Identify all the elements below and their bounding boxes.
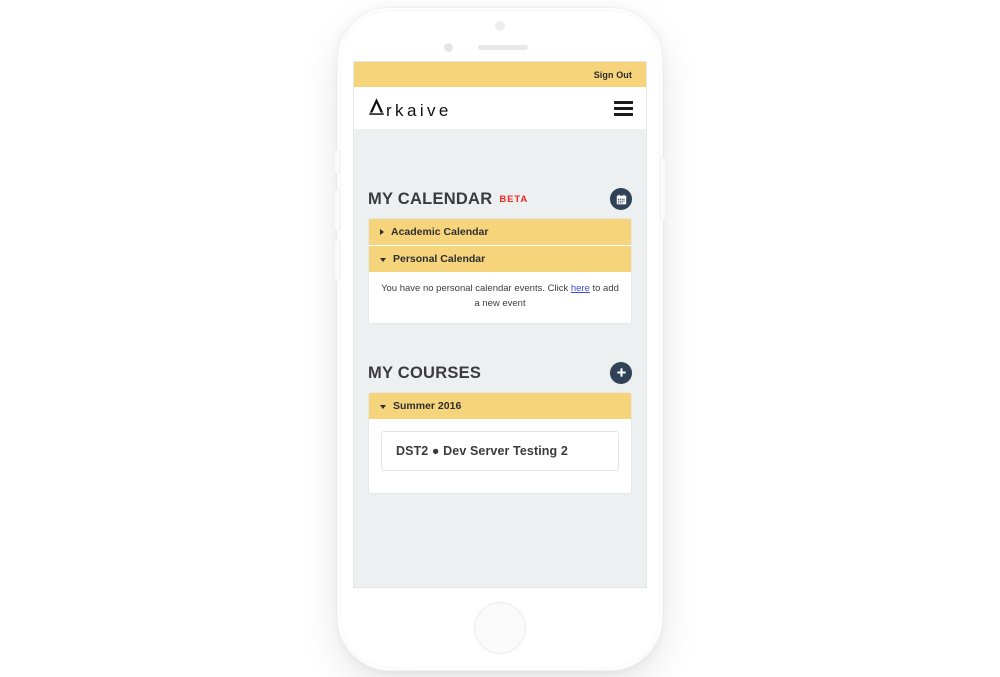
courses-section-header: MY COURSES [368, 352, 632, 392]
plus-icon [616, 367, 627, 378]
top-utility-bar: Sign Out [354, 62, 646, 87]
accordion-row-academic-calendar[interactable]: Academic Calendar [369, 219, 631, 247]
courses-section-title: MY COURSES [368, 363, 482, 382]
beta-badge: BETA [499, 194, 529, 206]
proximity-sensor-icon [444, 43, 453, 52]
accordion-label-summer-2016: Summer 2016 [393, 399, 462, 412]
hamburger-bar-2 [614, 106, 633, 110]
hamburger-menu-icon[interactable] [614, 100, 633, 116]
sign-out-link[interactable]: Sign Out [594, 70, 632, 80]
home-button[interactable] [475, 603, 525, 653]
accordion-row-personal-calendar[interactable]: Personal Calendar [369, 246, 631, 274]
calendar-section-title: MY CALENDAR [368, 189, 493, 208]
power-button[interactable] [661, 158, 665, 220]
courses-title-group: MY COURSES [368, 365, 481, 382]
logo-lambda-a-icon [368, 97, 385, 116]
arkaive-logo[interactable]: rkaive [368, 97, 452, 119]
personal-calendar-empty-state: You have no personal calendar events. Cl… [369, 273, 631, 323]
phone-screen: Sign Out rkaive MY CALENDAR BETA Academi… [354, 62, 646, 587]
courses-panel: Summer 2016 DST2 ● Dev Server Testing 2 [368, 391, 632, 494]
add-event-link[interactable]: here [571, 283, 590, 294]
caret-right-icon [380, 229, 384, 236]
mute-switch-button[interactable] [335, 151, 339, 173]
open-calendar-button[interactable] [610, 188, 632, 210]
logo-text: rkaive [386, 101, 452, 120]
earpiece-speaker-icon [478, 45, 528, 50]
calendar-icon [616, 193, 627, 205]
calendar-accordion-panel: Academic Calendar Personal Calendar You … [368, 218, 632, 324]
app-header: rkaive [354, 87, 646, 130]
volume-up-button[interactable] [335, 190, 339, 230]
caret-down-icon [380, 404, 386, 409]
accordion-label-academic-calendar: Academic Calendar [391, 226, 489, 238]
screen-content: MY CALENDAR BETA Academic Calendar Perso… [354, 178, 646, 494]
hamburger-bar-3 [614, 112, 633, 116]
caret-down-icon [380, 258, 386, 263]
courses-section: MY COURSES Summer 2016 DST2 ● Dev Server… [368, 352, 632, 494]
front-camera-icon [495, 21, 505, 31]
course-card-dst2[interactable]: DST2 ● Dev Server Testing 2 [381, 430, 619, 471]
accordion-row-summer-2016[interactable]: Summer 2016 [369, 392, 631, 420]
courses-list: DST2 ● Dev Server Testing 2 [369, 420, 631, 493]
accordion-label-personal-calendar: Personal Calendar [393, 253, 486, 266]
calendar-title-group: MY CALENDAR BETA [368, 191, 528, 208]
empty-state-text-before: You have no personal calendar events. Cl… [381, 283, 571, 295]
hamburger-bar-1 [614, 100, 633, 104]
phone-device-frame: Sign Out rkaive MY CALENDAR BETA Academi… [335, 8, 665, 670]
volume-down-button[interactable] [335, 240, 339, 280]
add-course-button[interactable] [610, 361, 632, 384]
calendar-section-header: MY CALENDAR BETA [368, 178, 632, 218]
